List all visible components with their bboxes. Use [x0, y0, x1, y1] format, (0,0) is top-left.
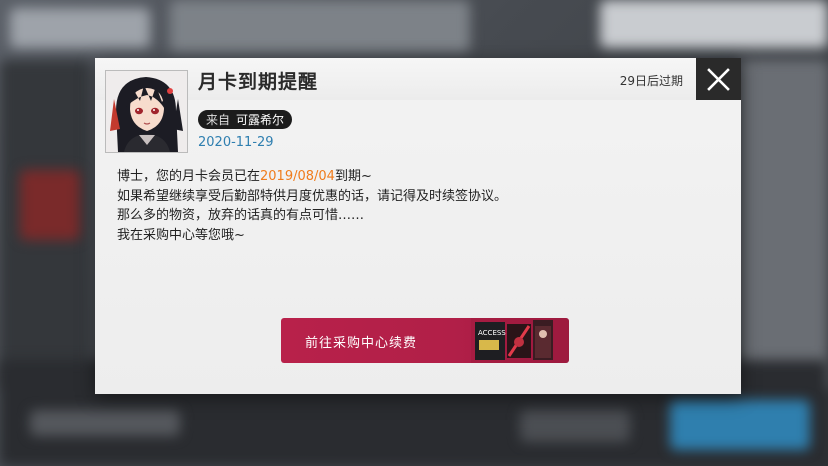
body-line-1: 博士，您的月卡会员已在2019/08/04到期~ [117, 169, 372, 184]
close-button[interactable] [696, 58, 741, 100]
mail-body: 博士，您的月卡会员已在2019/08/04到期~ 如果希望继续享受后勤部特供月度… [117, 167, 507, 245]
svg-text:ACCESS: ACCESS [478, 329, 506, 337]
close-icon [707, 68, 730, 91]
from-label: 来自 [206, 113, 231, 127]
dialog-title: 月卡到期提醒 [198, 71, 319, 93]
body-line-2: 如果希望继续享受后勤部特供月度优惠的话，请记得及时续签协议。 [117, 188, 508, 204]
mail-date: 2020-11-29 [198, 135, 274, 150]
expiry-countdown: 29日后过期 [619, 74, 683, 88]
go-to-store-button[interactable]: 前往采购中心续费 ACCESS [281, 318, 569, 363]
body-line-3: 那么多的物资，放弃的话真的有点可惜…… [117, 208, 365, 223]
sender-badge: 来自 可露希尔 [198, 110, 293, 129]
sender-avatar [105, 70, 188, 153]
go-to-store-label: 前往采购中心续费 [305, 336, 418, 351]
mail-dialog: 月卡到期提醒 29日后过期 来自 可露希尔 2020-11-29 博士，您的月卡… [95, 58, 741, 394]
expired-date: 2019/08/04 [260, 169, 335, 184]
monthly-card-art-icon: ACCESS [471, 318, 569, 363]
sender-name: 可露希尔 [236, 113, 285, 127]
body-line-4: 我在采购中心等您哦~ [117, 227, 245, 243]
